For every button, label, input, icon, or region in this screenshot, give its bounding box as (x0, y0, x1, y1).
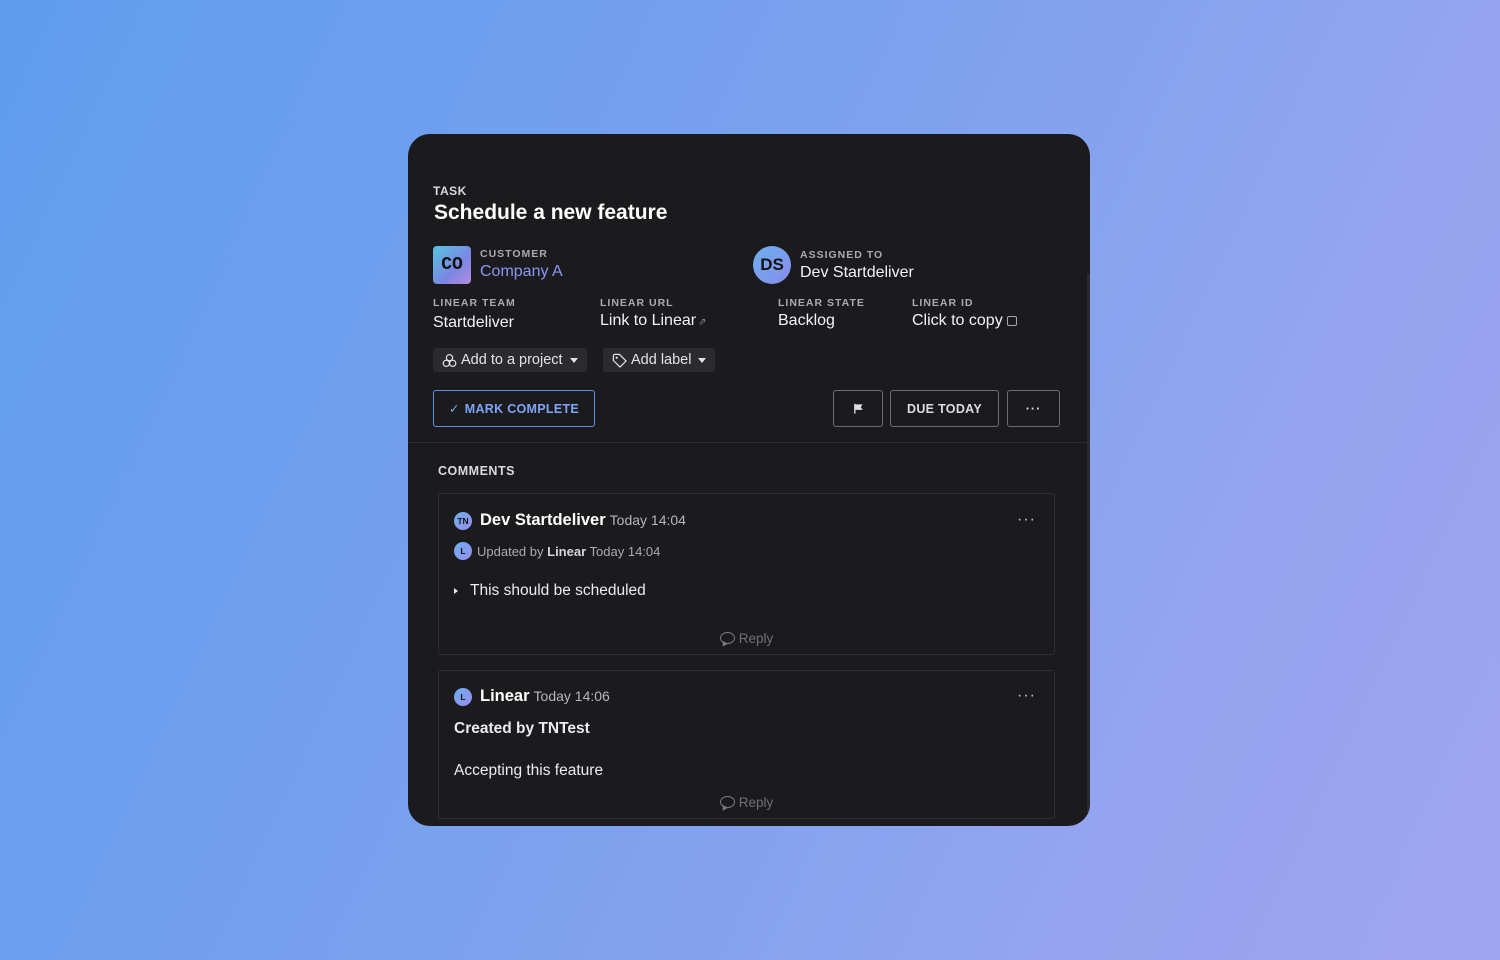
divider (408, 442, 1090, 443)
copy-id-link[interactable]: Click to copy (912, 312, 1003, 329)
flag-icon (853, 403, 863, 414)
assignee-label: ASSIGNED TO (800, 249, 884, 261)
linear-url-label: LINEAR URL (600, 297, 674, 309)
customer-avatar: CO (433, 246, 471, 284)
comment-avatar: L (454, 688, 472, 706)
comments-heading: COMMENTS (438, 464, 515, 478)
comment-time: Today 14:06 (533, 688, 610, 704)
customer-label: CUSTOMER (480, 248, 548, 260)
updated-by-line: Updated by Linear Today 14:04 (477, 544, 660, 559)
assignee-field: ASSIGNED TO Dev Startdeliver (800, 249, 914, 282)
linear-team-label: LINEAR TEAM (433, 297, 516, 309)
comment-author: Dev Startdeliver Today 14:04 (480, 511, 686, 530)
updated-prefix: Updated by (477, 544, 544, 559)
comment-body: Accepting this feature (454, 762, 604, 779)
linear-id-label: LINEAR ID (912, 297, 974, 309)
linear-state-value: Backlog (778, 312, 835, 329)
comment-card: L Linear Today 14:06 ··· Created by TNTes… (438, 670, 1055, 819)
comment-avatar: TN (454, 512, 472, 530)
reply-button[interactable]: Reply (439, 795, 1054, 810)
comment-more-button[interactable]: ··· (1017, 687, 1036, 705)
task-title: Schedule a new feature (434, 201, 668, 224)
add-label-dropdown[interactable]: Add label (603, 348, 716, 372)
comment-author-name: Linear (480, 687, 530, 705)
speech-bubble-icon (719, 632, 735, 644)
linear-url-link[interactable]: Link to Linear (600, 312, 696, 329)
mark-complete-button[interactable]: ✓ MARK COMPLETE (433, 390, 595, 427)
task-kicker: TASK (433, 184, 467, 198)
comment-author: Linear Today 14:06 (480, 687, 610, 706)
linear-url-field: LINEAR URL Link to Linear ⇗ (600, 297, 706, 330)
reply-label: Reply (738, 631, 774, 646)
linear-state-label: LINEAR STATE (778, 297, 865, 309)
external-link-icon[interactable]: ⇗ (698, 317, 706, 328)
assignee-name[interactable]: Dev Startdeliver (800, 264, 914, 282)
linear-team-field: LINEAR TEAM Startdeliver (433, 297, 516, 332)
add-label-text: Add label (631, 352, 692, 368)
updated-by-name: Linear (547, 544, 587, 559)
reply-label: Reply (738, 795, 774, 810)
comment-author-name: Dev Startdeliver (480, 511, 606, 529)
add-to-project-dropdown[interactable]: Add to a project (433, 348, 587, 372)
comment-card: TN Dev Startdeliver Today 14:04 ··· L Upd… (438, 493, 1055, 655)
customer-field: CUSTOMER Company A (480, 248, 563, 281)
mark-complete-label: MARK COMPLETE (464, 401, 580, 416)
linear-id-field: LINEAR ID Click to copy (912, 297, 1017, 330)
flag-button[interactable] (833, 390, 883, 427)
updated-time: Today 14:04 (589, 544, 661, 559)
tag-icon (612, 353, 627, 368)
linear-team-value: Startdeliver (433, 314, 514, 331)
updated-by-avatar: L (454, 542, 472, 560)
project-icon (442, 353, 457, 367)
scrollbar[interactable] (1087, 274, 1090, 826)
bullet-icon (454, 588, 458, 594)
check-icon: ✓ (448, 402, 460, 416)
due-today-button[interactable]: DUE TODAY (890, 390, 999, 427)
assignee-avatar: DS (753, 246, 791, 284)
comment-heading: Created by TNTest (454, 720, 590, 737)
chevron-down-icon (698, 357, 707, 363)
comment-body: This should be scheduled (470, 582, 646, 599)
copy-icon[interactable] (1006, 316, 1017, 326)
add-to-project-label: Add to a project (461, 352, 563, 368)
customer-link[interactable]: Company A (480, 263, 563, 281)
comment-more-button[interactable]: ··· (1017, 511, 1036, 529)
more-options-button[interactable]: ··· (1007, 390, 1060, 427)
comment-time: Today 14:04 (609, 512, 686, 528)
speech-bubble-icon (719, 796, 735, 808)
reply-button[interactable]: Reply (439, 631, 1054, 646)
linear-state-field: LINEAR STATE Backlog (778, 297, 865, 330)
task-card: TASK Schedule a new feature CO CUSTOMER … (408, 134, 1090, 826)
chevron-down-icon (569, 357, 578, 363)
